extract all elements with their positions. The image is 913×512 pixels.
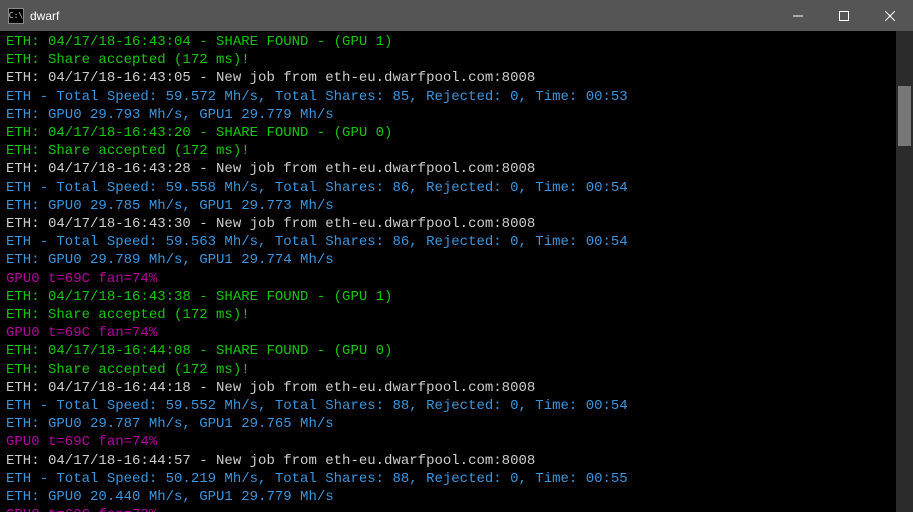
terminal-line: ETH: 04/17/18-16:43:38 - SHARE FOUND - (…: [6, 288, 907, 306]
terminal-line: ETH: 04/17/18-16:43:04 - SHARE FOUND - (…: [6, 33, 907, 51]
terminal-line: ETH: 04/17/18-16:44:08 - SHARE FOUND - (…: [6, 342, 907, 360]
terminal-line: GPU0 t=69C fan=74%: [6, 270, 907, 288]
terminal-line: ETH - Total Speed: 50.219 Mh/s, Total Sh…: [6, 470, 907, 488]
window-title: dwarf: [30, 9, 775, 23]
terminal-line: ETH - Total Speed: 59.558 Mh/s, Total Sh…: [6, 179, 907, 197]
terminal-line: ETH: 04/17/18-16:43:20 - SHARE FOUND - (…: [6, 124, 907, 142]
terminal-line: ETH: Share accepted (172 ms)!: [6, 51, 907, 69]
minimize-icon: [793, 11, 803, 21]
terminal-line: ETH: GPU0 29.789 Mh/s, GPU1 29.774 Mh/s: [6, 251, 907, 269]
terminal-line: ETH: GPU0 29.787 Mh/s, GPU1 29.765 Mh/s: [6, 415, 907, 433]
close-button[interactable]: [867, 0, 913, 31]
minimize-button[interactable]: [775, 0, 821, 31]
terminal-output[interactable]: ETH: 04/17/18-16:43:04 - SHARE FOUND - (…: [0, 31, 913, 512]
terminal-line: ETH: 04/17/18-16:44:57 - New job from et…: [6, 452, 907, 470]
scrollbar-track[interactable]: [896, 31, 913, 512]
terminal-line: ETH: 04/17/18-16:43:30 - New job from et…: [6, 215, 907, 233]
maximize-icon: [839, 11, 849, 21]
terminal-line: ETH - Total Speed: 59.572 Mh/s, Total Sh…: [6, 88, 907, 106]
terminal-line: ETH: GPU0 20.440 Mh/s, GPU1 29.779 Mh/s: [6, 488, 907, 506]
terminal-line: GPU0 t=69C fan=73%: [6, 506, 907, 512]
window-titlebar: C:\ dwarf: [0, 0, 913, 31]
terminal-line: ETH: Share accepted (172 ms)!: [6, 142, 907, 160]
terminal-line: ETH - Total Speed: 59.563 Mh/s, Total Sh…: [6, 233, 907, 251]
terminal-line: ETH: GPU0 29.785 Mh/s, GPU1 29.773 Mh/s: [6, 197, 907, 215]
app-icon: C:\: [8, 8, 24, 24]
close-icon: [885, 11, 895, 21]
terminal-line: ETH: GPU0 29.793 Mh/s, GPU1 29.779 Mh/s: [6, 106, 907, 124]
terminal-line: ETH: Share accepted (172 ms)!: [6, 306, 907, 324]
terminal-line: ETH: 04/17/18-16:43:28 - New job from et…: [6, 160, 907, 178]
terminal-line: ETH: Share accepted (172 ms)!: [6, 361, 907, 379]
terminal-line: GPU0 t=69C fan=74%: [6, 433, 907, 451]
terminal-line: ETH: 04/17/18-16:43:05 - New job from et…: [6, 69, 907, 87]
terminal-line: ETH: 04/17/18-16:44:18 - New job from et…: [6, 379, 907, 397]
terminal-line: GPU0 t=69C fan=74%: [6, 324, 907, 342]
scrollbar-thumb[interactable]: [898, 86, 911, 146]
terminal-line: ETH - Total Speed: 59.552 Mh/s, Total Sh…: [6, 397, 907, 415]
maximize-button[interactable]: [821, 0, 867, 31]
window-controls: [775, 0, 913, 31]
